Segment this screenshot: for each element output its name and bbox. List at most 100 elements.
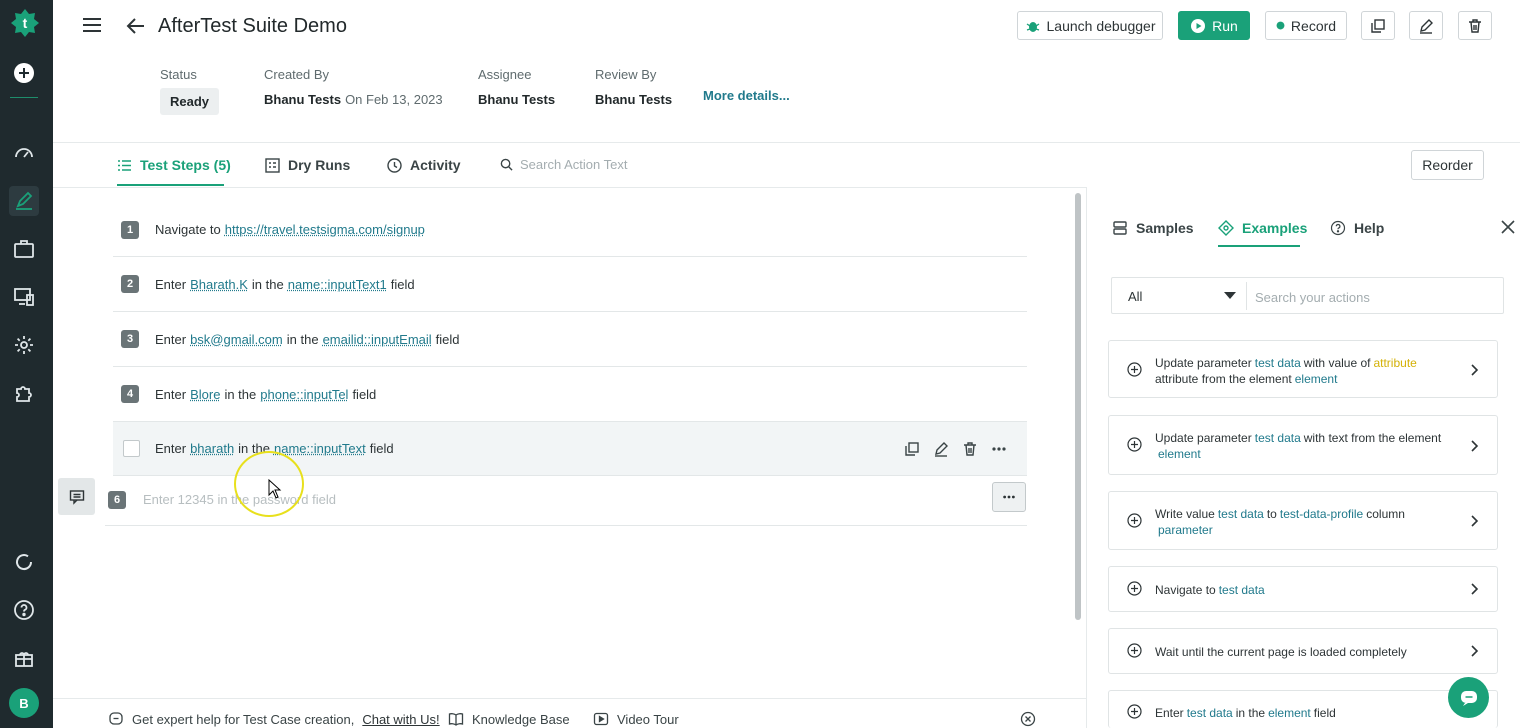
add-icon[interactable]	[9, 58, 39, 88]
launch-debugger-button[interactable]: Launch debugger	[1017, 11, 1163, 40]
step-element[interactable]: name::inputText	[274, 441, 366, 456]
review-by-block: Review By Bhanu Tests	[595, 67, 672, 107]
pencil-icon[interactable]	[933, 441, 949, 457]
panel-tab-samples-label: Samples	[1136, 220, 1194, 236]
example-card[interactable]: Update parameter test data with text from …	[1108, 415, 1498, 475]
testsigma-logo-icon[interactable]: t	[10, 8, 40, 38]
chat-bubble-icon	[1460, 690, 1477, 706]
add-circle-icon[interactable]	[1127, 362, 1142, 377]
status-badge[interactable]: Ready	[160, 88, 220, 115]
record-button[interactable]: Record	[1265, 11, 1347, 40]
tab-test-steps[interactable]: Test Steps (5)	[117, 157, 231, 173]
video-tour-link[interactable]: Video Tour	[593, 711, 679, 727]
step-test-data[interactable]: Bharath.K	[190, 277, 248, 292]
step-element[interactable]: name::inputText1	[288, 277, 387, 292]
gift-icon[interactable]	[9, 643, 39, 673]
panel-tab-help[interactable]: Help	[1330, 220, 1384, 236]
example-param: test data	[1254, 356, 1301, 370]
test-step-2[interactable]: 2 Enter Bharath.K in the name::inputText1 fi…	[113, 257, 1027, 312]
delete-button[interactable]	[1458, 11, 1492, 40]
edit-button[interactable]	[1409, 11, 1443, 40]
step-url-param[interactable]: https://travel.testsigma.com/signup	[225, 222, 425, 237]
new-step-more-button[interactable]	[992, 482, 1026, 512]
refresh-icon[interactable]	[9, 547, 39, 577]
review-by-label: Review By	[595, 67, 657, 82]
user-avatar[interactable]: B	[9, 688, 39, 718]
test-step-3[interactable]: 3 Enter bsk@gmail.com in the emailid::input…	[113, 312, 1027, 367]
more-details-link[interactable]: More details...	[703, 88, 790, 103]
add-circle-icon[interactable]	[1127, 513, 1142, 528]
steps-scrollbar[interactable]	[1075, 193, 1081, 620]
step-action-text: field	[435, 331, 460, 347]
example-card[interactable]: Enter test data in the element field	[1108, 690, 1498, 728]
test-development-icon[interactable]	[9, 186, 39, 216]
panel-tab-examples[interactable]: Examples	[1218, 220, 1307, 236]
dashboard-icon[interactable]	[9, 138, 39, 168]
search-actions-input[interactable]: Search your actions	[1255, 290, 1370, 305]
add-circle-icon[interactable]	[1127, 643, 1142, 658]
comment-button[interactable]	[58, 478, 95, 515]
chat-with-us-link[interactable]: Chat with Us!	[362, 712, 439, 727]
chevron-right-icon[interactable]	[1467, 363, 1481, 377]
step-action-text: field	[352, 386, 377, 402]
help-icon[interactable]	[9, 595, 39, 625]
clone-button[interactable]	[1361, 11, 1395, 40]
run-button[interactable]: Run	[1178, 11, 1250, 40]
example-card[interactable]: Write value test data to test-data-profile c…	[1108, 491, 1498, 550]
copy-icon[interactable]	[904, 441, 920, 457]
panel-tab-help-label: Help	[1354, 220, 1385, 236]
step-element[interactable]: emailid::inputEmail	[323, 332, 432, 347]
step-test-data[interactable]: bsk@gmail.com	[190, 332, 283, 347]
book-icon	[448, 713, 464, 726]
add-circle-icon[interactable]	[1127, 437, 1142, 452]
step-actions	[904, 441, 1007, 457]
left-nav-rail: t B	[0, 0, 53, 728]
devices-icon[interactable]	[9, 282, 39, 312]
panel-tab-samples[interactable]: Samples	[1112, 220, 1194, 236]
tab-activity[interactable]: Activity	[387, 157, 461, 173]
expert-help-text: Get expert help for Test Case creation,	[132, 711, 355, 727]
example-card[interactable]: Update parameter test data with value of at…	[1108, 340, 1498, 398]
example-text: field	[1313, 706, 1336, 720]
step-test-data[interactable]: Blore	[190, 387, 220, 402]
briefcase-icon[interactable]	[9, 234, 39, 264]
knowledge-base-link[interactable]: Knowledge Base	[448, 711, 570, 727]
help-footer: Get expert help for Test Case creation, C…	[53, 698, 1086, 728]
more-dots-icon[interactable]	[991, 441, 1007, 457]
chevron-right-icon[interactable]	[1467, 582, 1481, 596]
trash-icon[interactable]	[962, 441, 978, 457]
addons-puzzle-icon[interactable]	[9, 378, 39, 408]
step-action-text: Enter	[155, 276, 187, 292]
example-profile: test-data-profile	[1279, 507, 1364, 521]
search-action-placeholder: Search Action Text	[520, 157, 628, 172]
back-arrow-icon[interactable]	[124, 14, 148, 38]
example-card-text: Enter test data in the element field	[1155, 705, 1447, 721]
step-test-data[interactable]: bharath	[190, 441, 234, 456]
example-card[interactable]: Wait until the current page is loaded co…	[1108, 628, 1498, 674]
step-select-checkbox[interactable]	[123, 440, 140, 457]
test-step-4[interactable]: 4 Enter Blore in the phone::inputTel field	[113, 367, 1027, 422]
reorder-button[interactable]: Reorder	[1411, 150, 1484, 180]
test-step-1[interactable]: 1 Navigate to https://travel.testsigma.co…	[113, 203, 1027, 257]
search-action-input[interactable]: Search Action Text	[500, 157, 627, 172]
add-circle-icon[interactable]	[1127, 704, 1142, 719]
example-text: to	[1266, 507, 1277, 521]
hamburger-menu-icon[interactable]	[80, 13, 104, 37]
settings-gear-icon[interactable]	[9, 330, 39, 360]
launch-debugger-label: Launch debugger	[1046, 17, 1156, 34]
example-card[interactable]: Navigate to test data	[1108, 566, 1498, 612]
tab-dry-runs[interactable]: Dry Runs	[265, 157, 350, 173]
example-param: test data	[1254, 431, 1301, 445]
chevron-right-icon[interactable]	[1467, 439, 1481, 453]
close-icon[interactable]	[1500, 219, 1516, 235]
video-icon	[593, 712, 609, 726]
chevron-right-icon[interactable]	[1467, 514, 1481, 528]
footer-close-button[interactable]	[1020, 711, 1036, 727]
chevron-right-icon[interactable]	[1467, 644, 1481, 658]
example-card-text: Write value test data to test-data-profile c…	[1155, 506, 1447, 538]
step-element[interactable]: phone::inputTel	[260, 387, 348, 402]
chat-support-button[interactable]	[1448, 677, 1489, 718]
caret-down-icon[interactable]	[1224, 292, 1236, 299]
add-circle-icon[interactable]	[1127, 581, 1142, 596]
category-select[interactable]: All	[1128, 289, 1142, 304]
